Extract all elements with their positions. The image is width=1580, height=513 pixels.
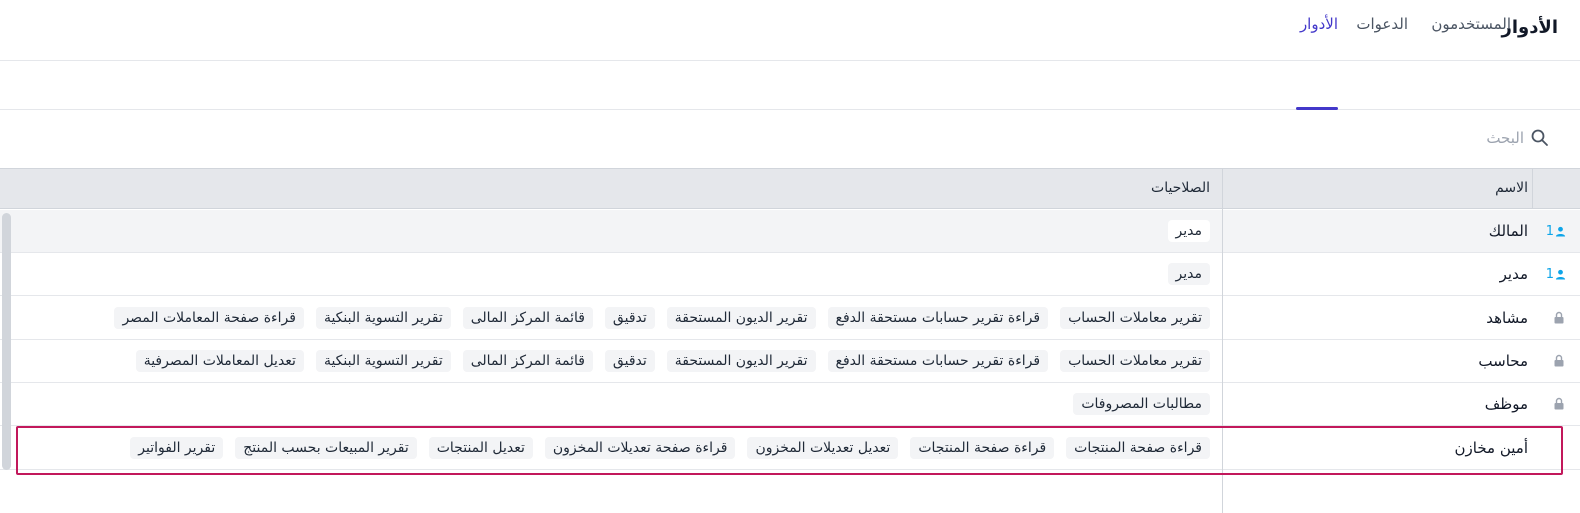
table-row[interactable]: أمين مخازن قراءة صفحة المنتجات قراءة صفحة … — [0, 427, 1580, 470]
permissions-list: تقرير معاملات الحساب قراءة تقرير حسابات م… — [10, 307, 1210, 329]
permission-chip: تقرير المبيعات بحسب المنتج — [235, 437, 417, 459]
tab-users[interactable]: المستخدمون — [1431, 15, 1511, 33]
permission-chip: تقرير الفواتير — [130, 437, 224, 459]
table-row[interactable]: محاسب تقرير معاملات الحساب قراءة تقرير حسا… — [0, 340, 1580, 383]
permissions-list: تقرير معاملات الحساب قراءة تقرير حسابات م… — [10, 350, 1210, 372]
permission-chip: تدقيق — [604, 350, 655, 372]
user-count: 1 — [1545, 223, 1554, 239]
permission-chip: قراءة تقرير حسابات مستحقة الدفع — [827, 307, 1049, 329]
column-header-name[interactable]: الاسم — [1495, 180, 1528, 196]
permission-chip: تعديل المعاملات المصرفية — [135, 350, 304, 372]
tab-invitations[interactable]: الدعوات — [1356, 15, 1408, 33]
permission-chip: قراءة تقرير حسابات مستحقة الدفع — [827, 350, 1049, 372]
permission-chip: تعديل تعديلات المخزون — [747, 437, 899, 459]
column-divider — [1222, 168, 1223, 209]
column-header-permissions[interactable]: الصلاحيات — [1151, 180, 1210, 196]
lock-icon — [1554, 354, 1564, 367]
tabs-bar — [0, 61, 1580, 110]
table-row[interactable]: مشاهد تقرير معاملات الحساب قراءة تقرير حسا… — [0, 297, 1580, 340]
permission-chip: مطالبات المصروفات — [1073, 393, 1210, 415]
permission-chip: قراءة صفحة المنتجات — [1066, 437, 1210, 459]
permission-chip: مدير — [1167, 220, 1210, 242]
table-row[interactable]: موظف مطالبات المصروفات — [0, 383, 1580, 426]
permissions-list: مدير — [10, 263, 1210, 285]
permission-chip: تقرير الديون المستحقة — [666, 307, 816, 329]
column-divider — [1222, 209, 1223, 513]
active-tab-indicator — [1296, 107, 1338, 110]
permission-chip: قائمة المركز المالى — [462, 307, 593, 329]
role-name: محاسب — [1478, 352, 1528, 370]
permission-chip: تقرير الديون المستحقة — [666, 350, 816, 372]
tab-roles[interactable]: الأدوار — [1300, 15, 1338, 33]
permissions-list: مدير — [10, 220, 1210, 242]
role-name: المالك — [1488, 222, 1528, 240]
table-row[interactable]: 1 المالك مدير — [0, 210, 1580, 253]
user-icon — [1555, 226, 1566, 237]
permissions-list: قراءة صفحة المنتجات قراءة صفحة المنتجات تع… — [10, 437, 1210, 459]
permission-chip: تقرير معاملات الحساب — [1060, 307, 1210, 329]
user-icon — [1555, 269, 1566, 280]
column-divider — [1532, 168, 1533, 209]
permission-chip: تقرير التسوية البنكية — [315, 350, 451, 372]
role-name: موظف — [1484, 395, 1528, 413]
permission-chip: تدقيق — [604, 307, 655, 329]
permission-chip: تقرير معاملات الحساب — [1060, 350, 1210, 372]
user-count-badge: 1 — [1546, 222, 1566, 240]
permission-chip: مدير — [1167, 263, 1210, 285]
search-input[interactable] — [1224, 124, 1524, 152]
lock-icon — [1554, 311, 1564, 324]
user-count-badge: 1 — [1546, 265, 1566, 283]
role-name: مدير — [1499, 265, 1528, 283]
permissions-list: مطالبات المصروفات — [10, 393, 1210, 415]
vertical-scrollbar[interactable] — [2, 213, 11, 470]
permission-chip: قراءة صفحة تعديلات المخزون — [544, 437, 736, 459]
user-count: 1 — [1545, 266, 1554, 282]
title-bar — [0, 0, 1580, 61]
permission-chip: تقرير التسوية البنكية — [315, 307, 451, 329]
table-row[interactable]: 1 مدير مدير — [0, 253, 1580, 296]
permission-chip: قائمة المركز المالى — [462, 350, 593, 372]
lock-icon — [1554, 397, 1564, 410]
permission-chip: قراءة صفحة المعاملات المصر — [114, 307, 304, 329]
role-name: مشاهد — [1486, 309, 1528, 327]
role-name: أمين مخازن — [1454, 439, 1528, 457]
search-icon — [1531, 129, 1548, 146]
permission-chip: تعديل المنتجات — [428, 437, 533, 459]
permission-chip: قراءة صفحة المنتجات — [910, 437, 1055, 459]
table-header — [0, 168, 1580, 209]
